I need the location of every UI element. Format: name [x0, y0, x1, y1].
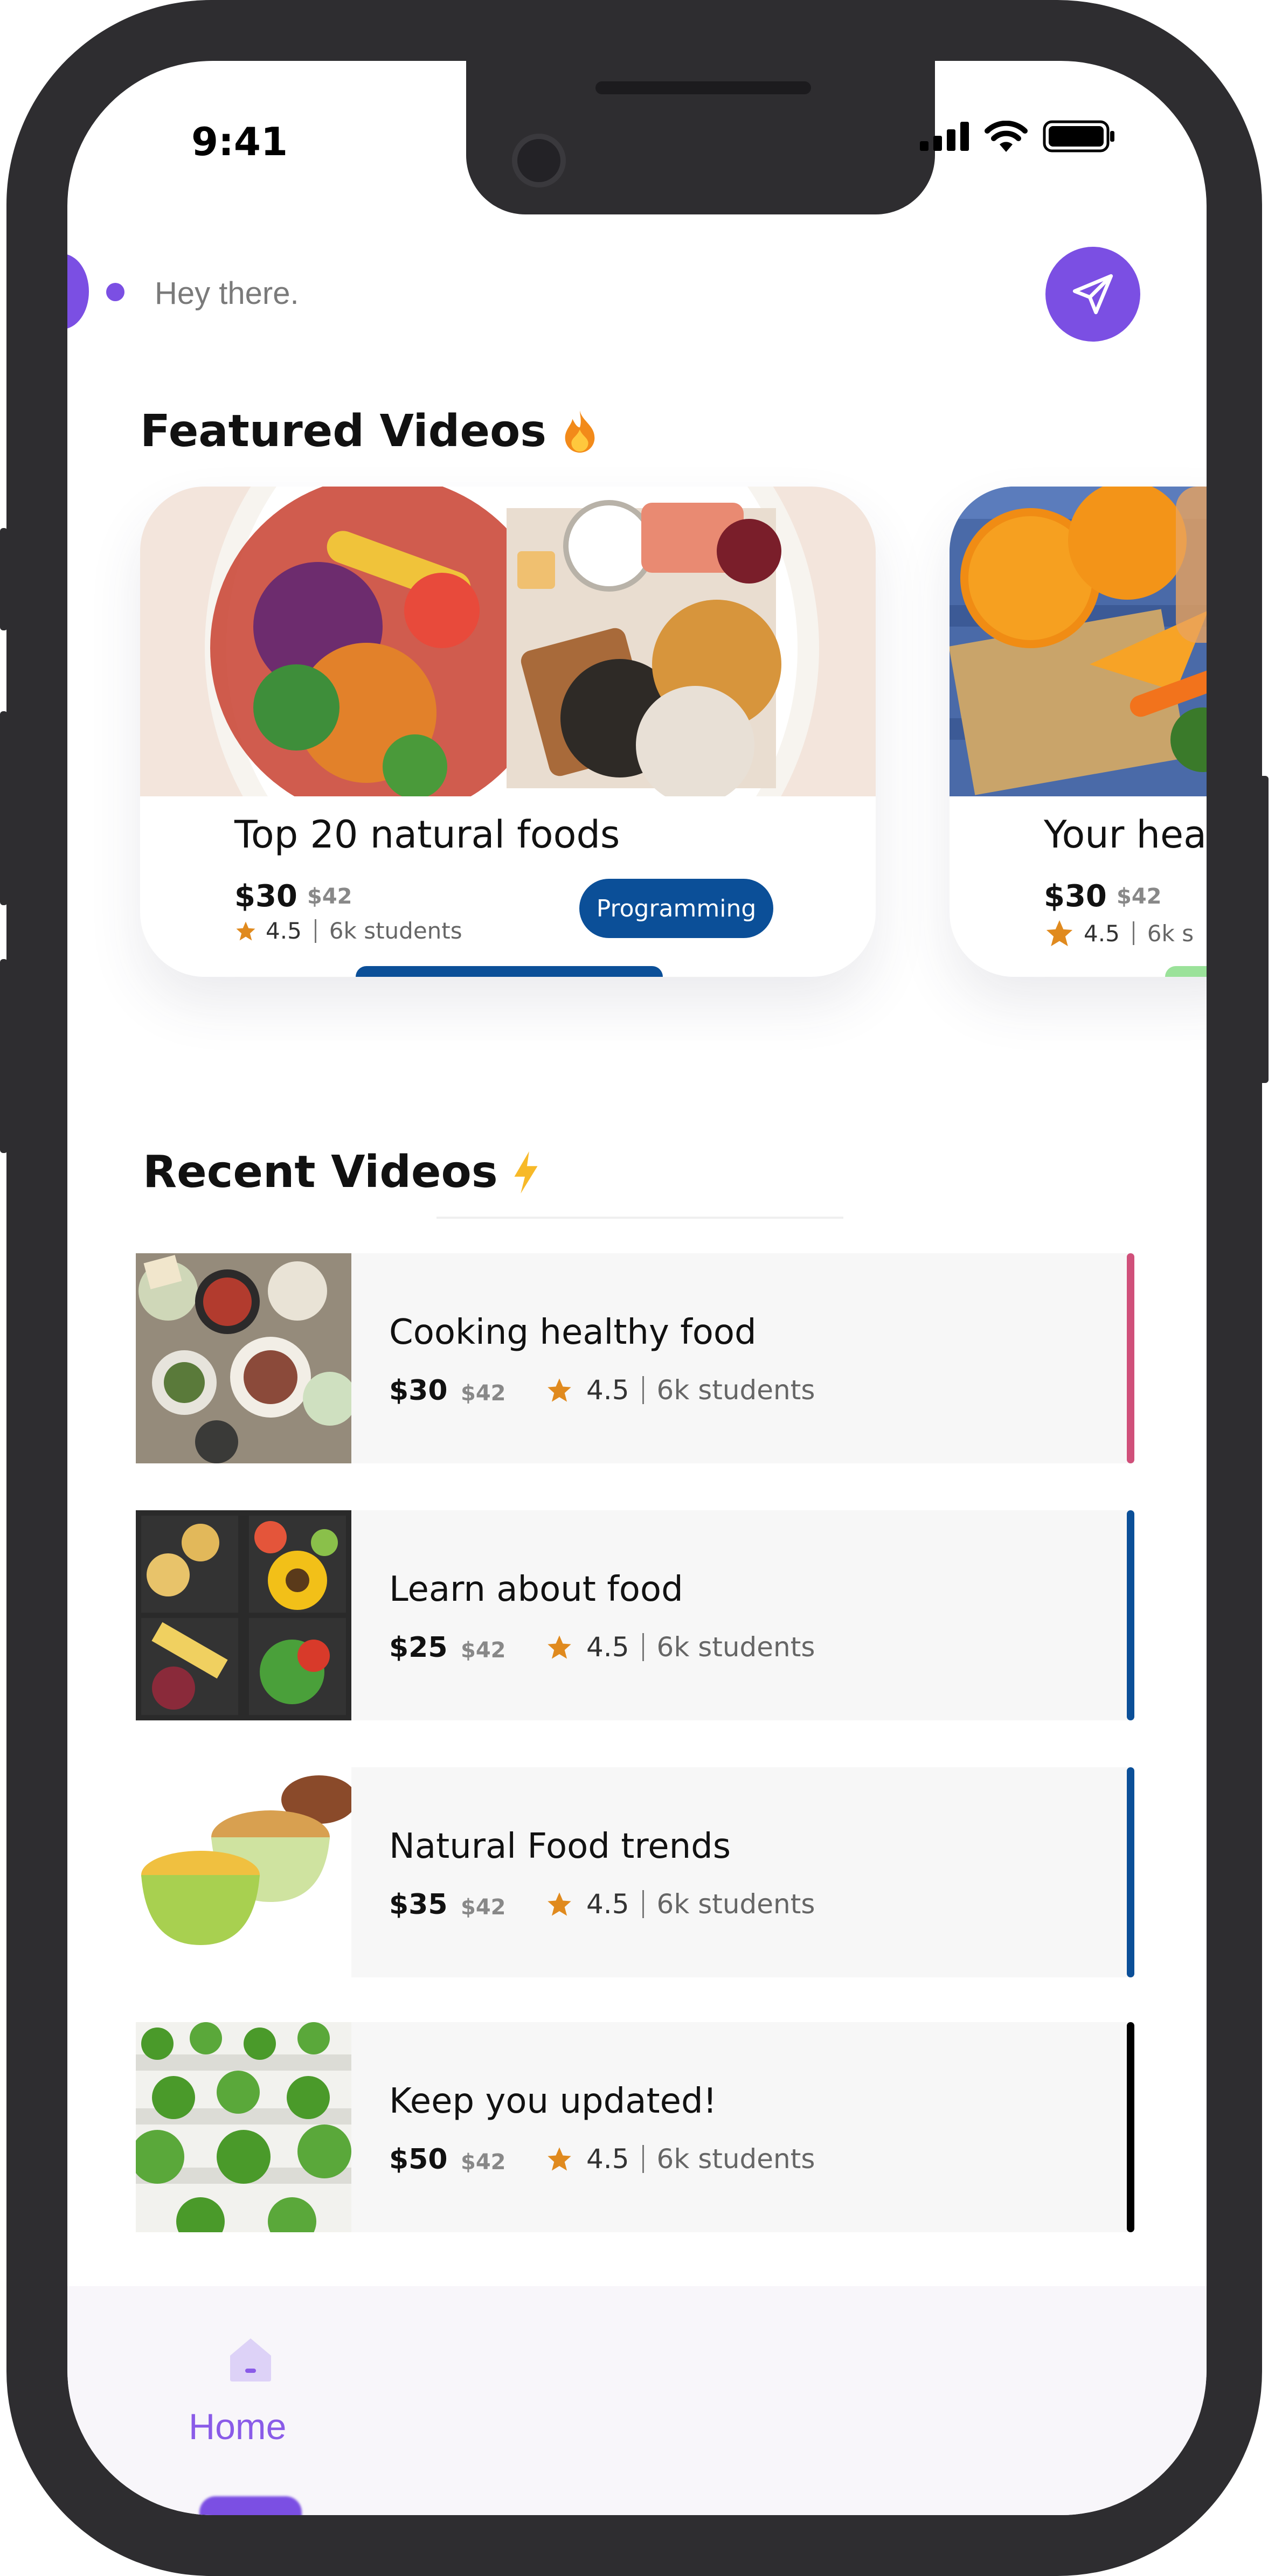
accent-bar [1127, 2022, 1134, 2232]
star-icon [548, 1635, 571, 1659]
divider [642, 1633, 644, 1661]
students-count: 6k students [656, 1888, 815, 1920]
featured-card-image [140, 487, 876, 796]
recent-video-item[interactable]: Learn about food $25 $42 4.5 6k students [136, 1510, 1134, 1720]
battery-icon [1043, 120, 1114, 152]
star-icon [548, 1892, 571, 1916]
camera [512, 134, 566, 188]
divider [642, 2145, 644, 2173]
recent-video-rating: 4.5 6k students [545, 2143, 815, 2175]
featured-section-title: Featured Videos [140, 406, 601, 457]
power-button [1258, 776, 1269, 1083]
rating-value: 4.5 [266, 918, 302, 944]
phone-frame: 9:41 Hey there. Featured Videos Top 20 n… [6, 0, 1262, 2576]
recent-title-text: Recent Videos [143, 1147, 498, 1198]
recent-video-thumbnail [136, 1767, 351, 1977]
star-icon [236, 921, 255, 940]
recent-video-old-price: $42 [461, 1638, 506, 1663]
recent-video-title: Learn about food [389, 1570, 683, 1609]
recent-video-title: Cooking healthy food [389, 1313, 757, 1352]
featured-card-old-price: $42 [307, 884, 352, 909]
recent-video-price: $25 [389, 1631, 448, 1664]
recent-video-rating: 4.5 6k students [545, 1374, 815, 1406]
rating-value: 4.5 [586, 1631, 629, 1663]
active-tab-indicator [199, 2496, 302, 2515]
featured-card-price: $30 [234, 879, 297, 914]
fire-icon [565, 410, 595, 453]
featured-title-text: Featured Videos [140, 406, 547, 457]
home-icon[interactable] [224, 2332, 278, 2386]
online-dot [106, 283, 124, 301]
recent-video-item[interactable]: Natural Food trends $35 $42 4.5 6k stude… [136, 1767, 1134, 1977]
status-time: 9:41 [191, 119, 288, 164]
featured-card-rating: 4.5 6k s [1044, 918, 1194, 949]
featured-card-old-price: $42 [1117, 884, 1162, 909]
divider [642, 1890, 644, 1918]
recent-video-thumbnail [136, 2022, 351, 2232]
featured-card[interactable]: Your hea $30 $42 4.5 6k s [950, 487, 1207, 977]
recent-video-item[interactable]: Cooking healthy food $30 $42 4.5 6k stud… [136, 1253, 1134, 1463]
rating-value: 4.5 [586, 1888, 629, 1920]
speaker [595, 81, 811, 94]
volume-up-button [0, 711, 8, 905]
featured-card-price: $30 [1044, 879, 1107, 914]
accent-bar [1127, 1767, 1134, 1977]
card-indicator [356, 966, 663, 977]
divider [642, 1376, 644, 1404]
accent-bar [1127, 1510, 1134, 1720]
students-count: 6k s [1147, 920, 1194, 947]
bottom-navigation [67, 2286, 1207, 2515]
star-icon [548, 2147, 571, 2171]
recent-video-title: Natural Food trends [389, 1827, 731, 1866]
nav-home-label[interactable]: Home [189, 2406, 286, 2448]
recent-video-thumbnail [136, 1510, 351, 1720]
featured-card-rating: 4.5 6k students [234, 918, 462, 944]
featured-card[interactable]: Top 20 natural foods $30 $42 4.5 6k stud… [140, 487, 876, 977]
recent-video-price: $30 [389, 1374, 448, 1407]
section-divider [436, 1217, 843, 1219]
recent-video-price: $50 [389, 2143, 448, 2176]
volume-down-button [0, 959, 8, 1153]
rating-value: 4.5 [586, 2143, 629, 2175]
mute-switch [0, 528, 8, 630]
star-icon [548, 1378, 571, 1402]
recent-video-thumbnail [136, 1253, 351, 1463]
lightning-icon [514, 1151, 538, 1193]
message-input[interactable] [154, 271, 964, 315]
recent-video-price: $35 [389, 1888, 448, 1921]
recent-video-title: Keep you updated! [389, 2081, 717, 2121]
card-indicator [1165, 966, 1207, 977]
students-count: 6k students [656, 2143, 815, 2175]
featured-card-image [950, 487, 1207, 796]
rating-value: 4.5 [586, 1374, 629, 1406]
students-count: 6k students [329, 918, 462, 944]
send-icon [1072, 274, 1113, 315]
signal-icon [920, 122, 969, 151]
recent-video-old-price: $42 [461, 2150, 506, 2175]
recent-video-old-price: $42 [461, 1895, 506, 1920]
status-icons [920, 120, 1115, 152]
phone-screen: 9:41 Hey there. Featured Videos Top 20 n… [67, 61, 1207, 2515]
recent-video-rating: 4.5 6k students [545, 1888, 815, 1920]
featured-card-title: Your hea [1044, 813, 1207, 857]
rating-value: 4.5 [1084, 920, 1120, 947]
recent-section-title: Recent Videos [143, 1147, 542, 1198]
send-button[interactable] [1045, 247, 1140, 342]
featured-card-title: Top 20 natural foods [234, 813, 620, 857]
students-count: 6k students [656, 1631, 815, 1663]
divider [314, 919, 316, 943]
avatar[interactable] [67, 254, 89, 329]
star-icon [1046, 920, 1073, 947]
accent-bar [1127, 1253, 1134, 1463]
recent-video-old-price: $42 [461, 1381, 506, 1406]
wifi-icon [985, 121, 1028, 152]
recent-video-rating: 4.5 6k students [545, 1631, 815, 1663]
students-count: 6k students [656, 1374, 815, 1406]
divider [1132, 921, 1134, 945]
recent-video-item[interactable]: Keep you updated! $50 $42 4.5 6k student… [136, 2022, 1134, 2232]
category-tag[interactable]: Programming [579, 879, 773, 938]
